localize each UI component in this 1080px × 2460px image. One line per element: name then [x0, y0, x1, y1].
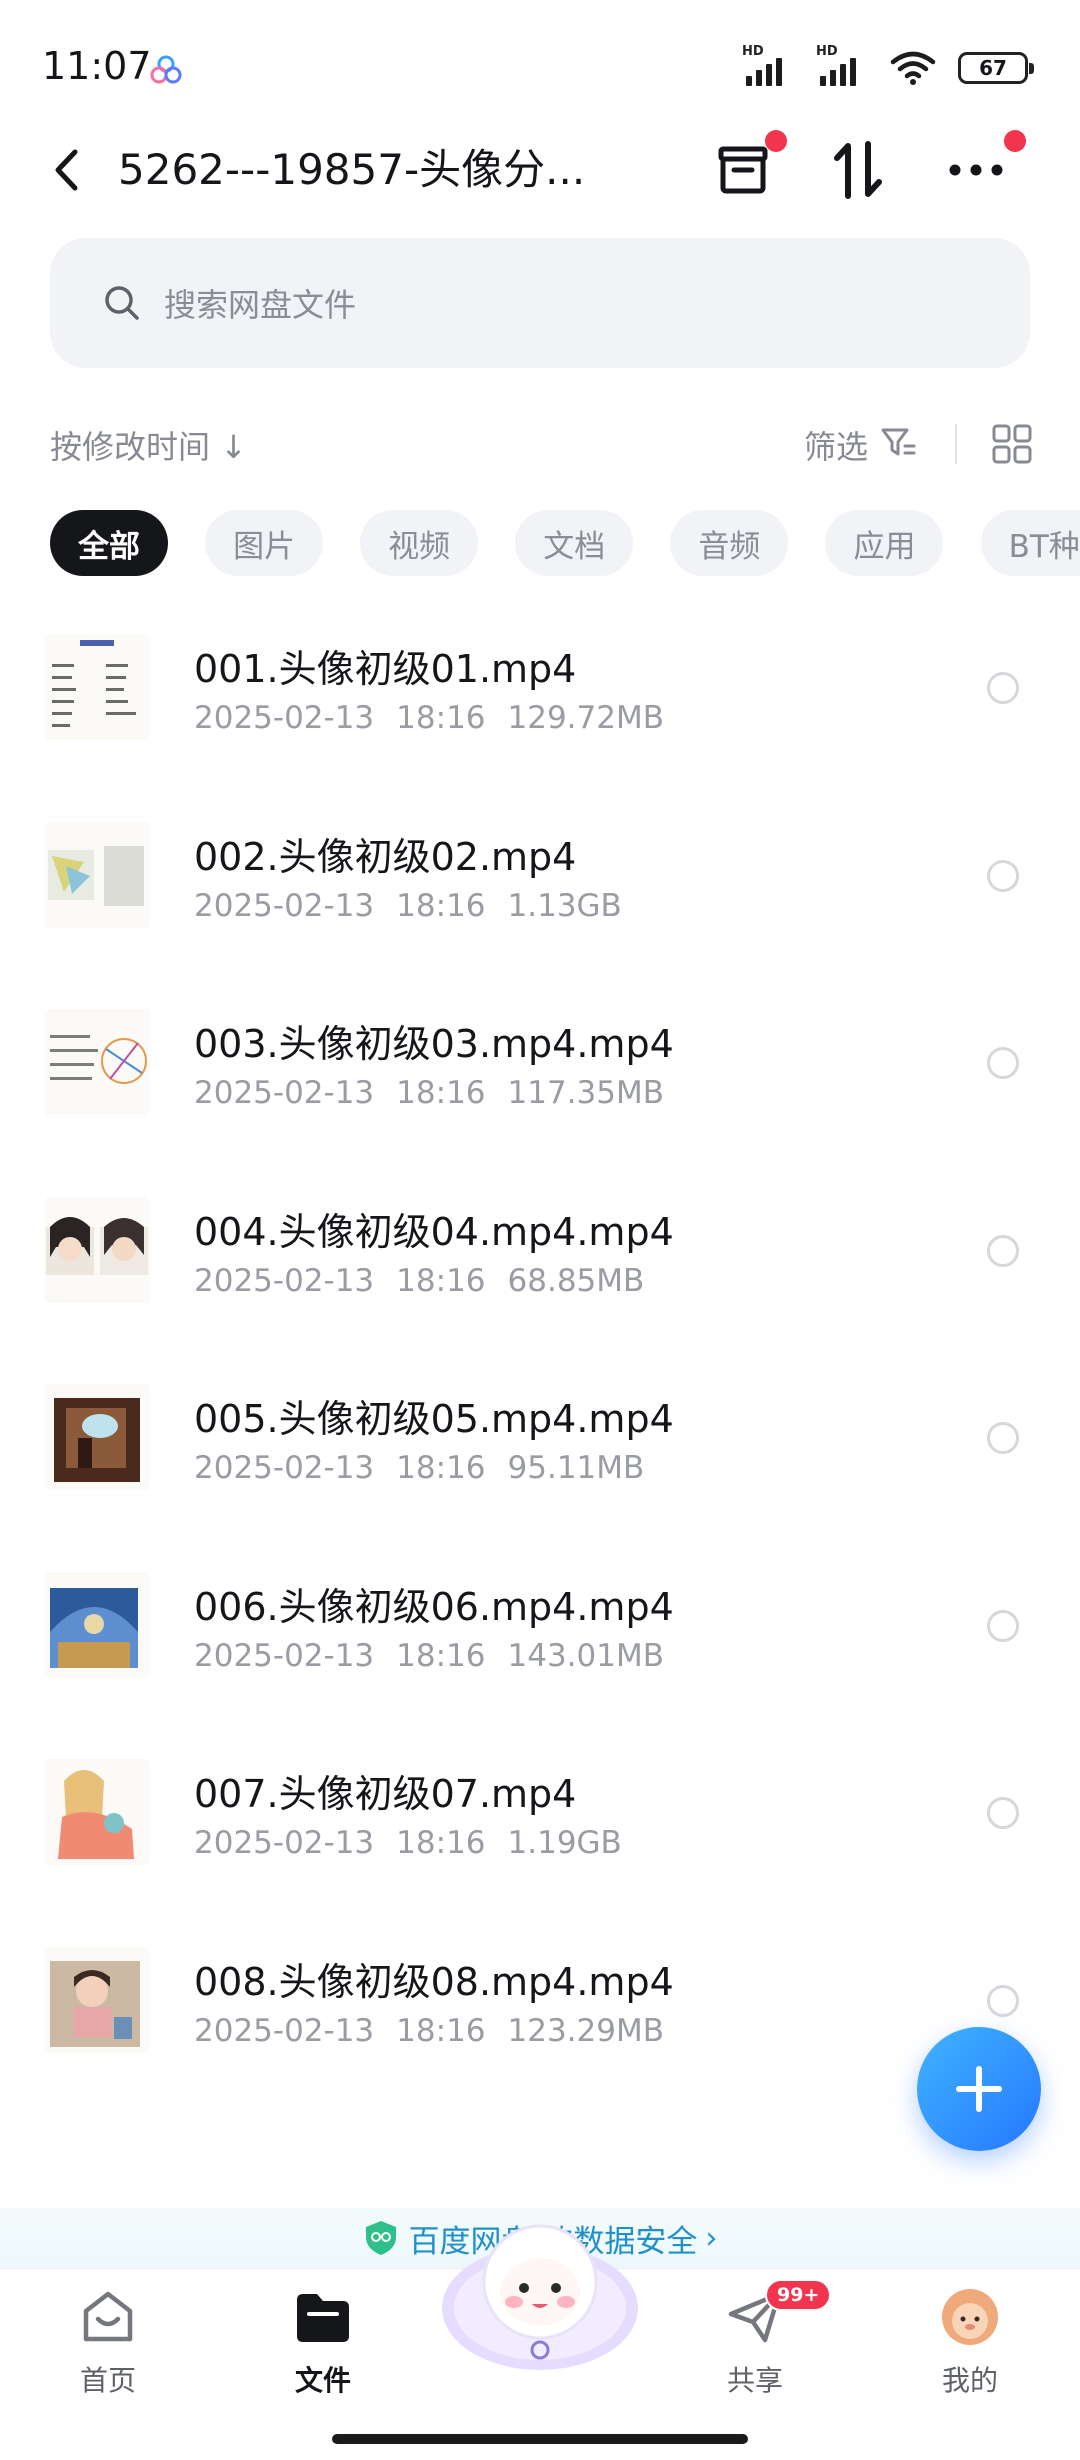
- file-meta: 2025-02-13 18:16 123.29MB: [194, 2012, 664, 2049]
- file-name: 005.头像初级05.mp4.mp4: [194, 1397, 674, 1441]
- file-thumbnail: [44, 1946, 150, 2053]
- file-name: 002.头像初级02.mp4: [194, 834, 577, 879]
- nav-item-files[interactable]: 文件: [253, 2285, 393, 2415]
- nav-label: 共享: [726, 2364, 783, 2397]
- archive-button[interactable]: [707, 130, 787, 206]
- shield-icon: [365, 2221, 396, 2255]
- chevron-right-icon: ›: [705, 2220, 718, 2256]
- category-chip-apps[interactable]: 应用: [825, 510, 944, 576]
- category-chip-audio[interactable]: 音频: [670, 510, 789, 576]
- file-thumbnail: [44, 1571, 150, 1678]
- select-checkbox[interactable]: [987, 1984, 1019, 2017]
- file-meta: 2025-02-13 18:16 117.35MB: [194, 1075, 664, 1111]
- transfer-icon: [834, 141, 882, 199]
- file-thumbnail: [44, 1384, 150, 1490]
- category-chip-bt[interactable]: BT种子: [980, 510, 1080, 576]
- file-row[interactable]: 007.头像初级07.mp4 2025-02-13 18:16 1.19GB: [0, 1745, 1080, 1933]
- file-name: 006.头像初级06.mp4.mp4: [194, 1584, 674, 1629]
- category-chip-all[interactable]: 全部: [50, 510, 168, 576]
- share-badge: 99+: [765, 2279, 832, 2311]
- category-chip-images[interactable]: 图片: [205, 510, 324, 576]
- file-row[interactable]: 004.头像初级04.mp4.mp4 2025-02-13 18:16 68.85M…: [0, 1183, 1080, 1371]
- status-time: 11:07: [42, 44, 152, 88]
- sort-by-modified-time[interactable]: 按修改时间 ↓: [50, 422, 247, 468]
- more-icon: [949, 164, 1003, 176]
- file-row[interactable]: 002.头像初级02.mp4 2025-02-13 18:16 1.13GB: [0, 808, 1080, 996]
- file-name: 007.头像初级07.mp4: [194, 1772, 577, 1816]
- baidu-netdisk-status-icon: [150, 55, 182, 84]
- file-thumbnail: [44, 1196, 150, 1303]
- header-bar: 5262---19857-头像分...: [0, 120, 1080, 220]
- filter-icon[interactable]: [880, 426, 916, 460]
- wifi-icon: [890, 51, 936, 85]
- file-thumbnail: [44, 1759, 150, 1865]
- plus-icon: [956, 2066, 1002, 2112]
- file-meta: 2025-02-13 18:16 143.01MB: [194, 1637, 664, 1674]
- grid-view-icon[interactable]: [992, 424, 1032, 464]
- file-row[interactable]: 006.头像初级06.mp4.mp4 2025-02-13 18:16 143.01…: [0, 1558, 1080, 1746]
- file-name: 001.头像初级01.mp4: [194, 647, 577, 691]
- page-title: 5262---19857-头像分...: [118, 145, 586, 194]
- mascot-button[interactable]: [436, 2212, 644, 2378]
- cell-signal-1-icon: HD: [742, 44, 794, 88]
- category-chip-videos[interactable]: 视频: [360, 510, 479, 576]
- transfer-button[interactable]: [822, 134, 894, 206]
- battery-icon: 67: [958, 52, 1034, 84]
- file-meta: 2025-02-13 18:16 1.19GB: [194, 1825, 622, 1861]
- sort-bar: 按修改时间 ↓ 筛选: [0, 410, 1080, 476]
- file-thumbnail: [44, 821, 150, 928]
- select-checkbox[interactable]: [987, 672, 1019, 704]
- more-button[interactable]: [940, 130, 1026, 206]
- nav-label: 首页: [79, 2364, 136, 2397]
- nav-item-share[interactable]: 共享 99+: [685, 2279, 832, 2415]
- file-list: 001.头像初级01.mp4 2025-02-13 18:16 129.72MB 0…: [0, 620, 1080, 2120]
- cell-signal-2-icon: HD: [816, 44, 868, 88]
- add-button[interactable]: [917, 2027, 1041, 2151]
- search-placeholder: 搜索网盘文件: [164, 286, 357, 324]
- file-thumbnail: [44, 634, 150, 740]
- archive-icon: [718, 146, 768, 194]
- file-name: 004.头像初级04.mp4.mp4: [194, 1209, 674, 1254]
- status-bar: 11:07 HD HD 67: [0, 0, 1080, 130]
- file-name: 003.头像初级03.mp4.mp4: [194, 1022, 674, 1066]
- nav-item-home[interactable]: 首页: [38, 2285, 178, 2415]
- category-chip-documents[interactable]: 文档: [515, 510, 634, 576]
- home-indicator: [332, 2434, 748, 2444]
- folder-icon: [297, 2294, 349, 2342]
- notification-dot: [1004, 130, 1026, 152]
- divider: [955, 424, 957, 464]
- category-tabs: 全部 图片 视频 文档 音频 应用 BT种子: [50, 510, 1080, 576]
- home-icon: [83, 2291, 133, 2342]
- file-thumbnail: [44, 1009, 150, 1115]
- file-row[interactable]: 001.头像初级01.mp4 2025-02-13 18:16 129.72MB: [0, 620, 1080, 808]
- select-checkbox[interactable]: [987, 1234, 1019, 1267]
- select-checkbox[interactable]: [987, 859, 1019, 892]
- select-checkbox[interactable]: [987, 1609, 1019, 1642]
- nav-item-me[interactable]: 我的: [900, 2285, 1040, 2415]
- search-icon: [105, 286, 139, 320]
- file-meta: 2025-02-13 18:16 1.13GB: [194, 887, 622, 924]
- select-checkbox[interactable]: [987, 1797, 1019, 1829]
- file-meta: 2025-02-13 18:16 95.11MB: [194, 1450, 645, 1486]
- select-checkbox[interactable]: [987, 1047, 1019, 1079]
- search-input[interactable]: 搜索网盘文件: [50, 238, 1030, 368]
- file-meta: 2025-02-13 18:16 129.72MB: [194, 700, 664, 736]
- file-meta: 2025-02-13 18:16 68.85MB: [194, 1262, 645, 1299]
- nav-label: 我的: [941, 2364, 998, 2397]
- file-row[interactable]: 003.头像初级03.mp4.mp4 2025-02-13 18:16 117.35…: [0, 995, 1080, 1183]
- avatar: [942, 2289, 998, 2345]
- filter-button[interactable]: 筛选: [804, 422, 868, 468]
- back-icon[interactable]: [44, 142, 88, 198]
- file-name: 008.头像初级08.mp4.mp4: [194, 1959, 674, 2004]
- nav-label: 文件: [294, 2364, 351, 2397]
- notification-dot: [765, 130, 787, 152]
- file-row[interactable]: 005.头像初级05.mp4.mp4 2025-02-13 18:16 95.11M…: [0, 1370, 1080, 1558]
- select-checkbox[interactable]: [987, 1422, 1019, 1454]
